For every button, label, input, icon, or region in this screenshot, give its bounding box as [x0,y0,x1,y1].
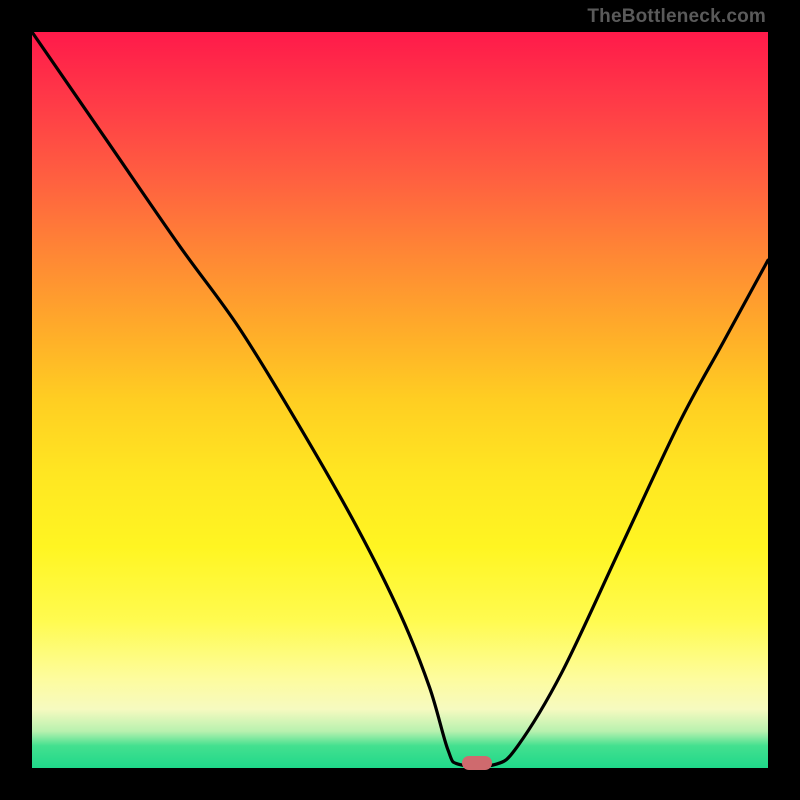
bottleneck-curve [32,32,768,768]
optimal-marker [462,756,492,770]
watermark-text: TheBottleneck.com [587,6,766,28]
